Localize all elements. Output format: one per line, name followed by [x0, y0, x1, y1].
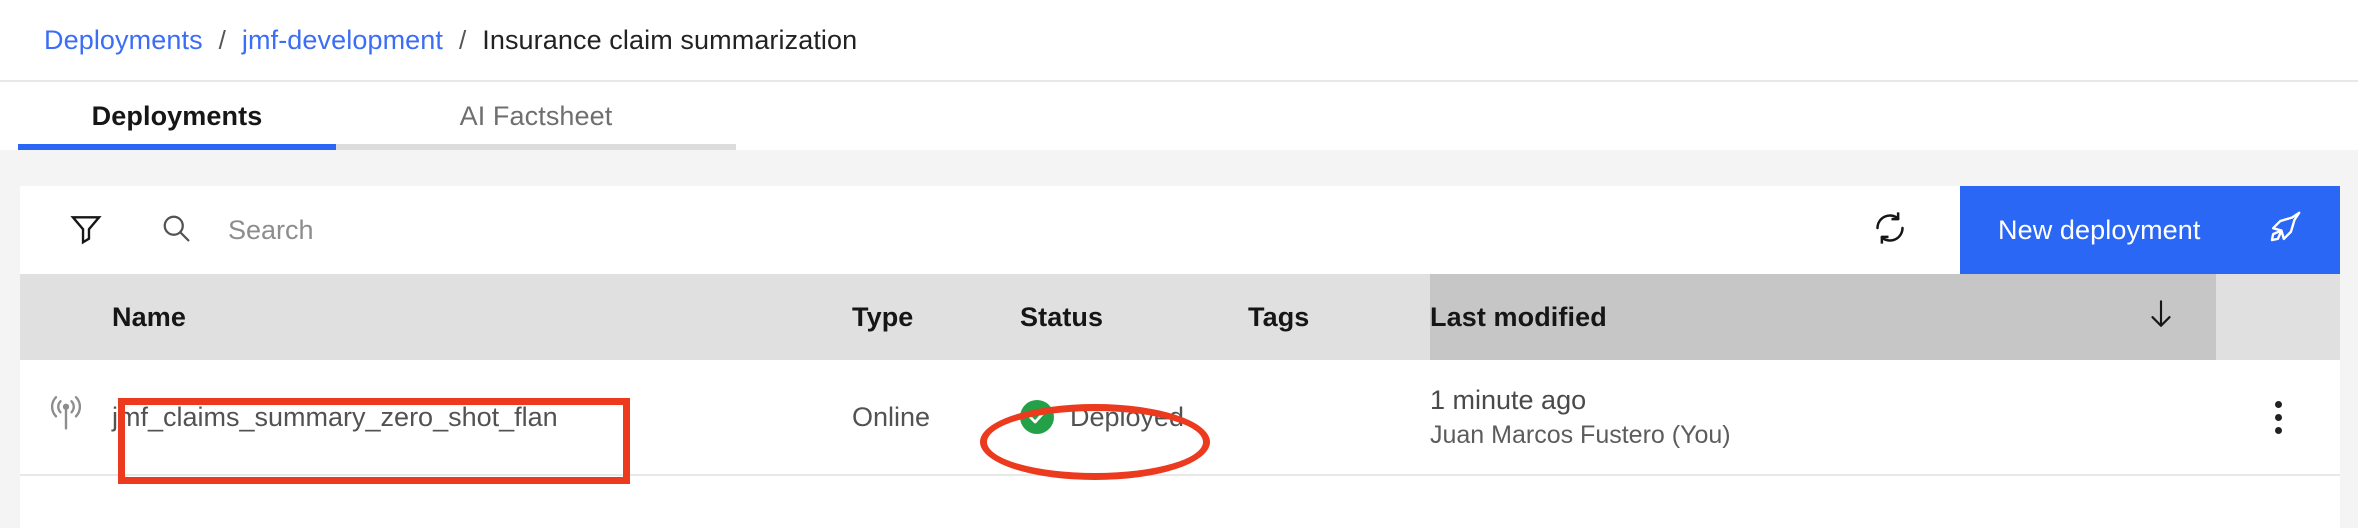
cell-deployment-type: Online	[852, 360, 1020, 476]
tab-ai-factsheet-label: AI Factsheet	[459, 100, 613, 131]
rocket-icon	[2266, 208, 2304, 253]
filter-button[interactable]	[42, 186, 130, 274]
deployments-card: New deployment	[20, 186, 2340, 528]
cell-last-modified: 1 minute ago Juan Marcos Fustero (You)	[1430, 360, 2216, 476]
last-modified-by: Juan Marcos Fustero (You)	[1430, 421, 1731, 449]
deployments-table: Name Type Status Tags Last modified jmf_…	[20, 274, 2340, 476]
column-header-status-label: Status	[1020, 301, 1104, 332]
arrow-down-icon	[2144, 297, 2178, 338]
refresh-icon	[1870, 208, 1910, 253]
status-badge: Deployed	[1070, 401, 1185, 432]
column-header-tags[interactable]: Tags	[1248, 274, 1430, 360]
table-toolbar: New deployment	[20, 186, 2340, 274]
column-header-type[interactable]: Type	[852, 274, 1020, 360]
breadcrumb-item-current: Insurance claim summarization	[482, 25, 858, 55]
search-field-wrapper[interactable]	[158, 186, 1846, 274]
column-header-tags-label: Tags	[1248, 301, 1310, 332]
column-header-name-label: Name	[112, 301, 186, 332]
table-header: Name Type Status Tags Last modified	[20, 274, 2340, 360]
table-row[interactable]: jmf_claims_summary_zero_shot_flan Online	[20, 360, 2340, 476]
page-root: Deployments / jmf-development / Insuranc…	[0, 0, 2358, 528]
breadcrumb-item-deployments[interactable]: Deployments	[44, 24, 203, 56]
breadcrumb-item-project[interactable]: jmf-development	[242, 24, 443, 56]
content-background: New deployment	[0, 150, 2358, 528]
tab-ai-factsheet[interactable]: AI Factsheet	[336, 82, 736, 150]
refresh-button[interactable]	[1846, 186, 1934, 274]
cell-deployment-status: Deployed	[1020, 360, 1248, 476]
breadcrumb: Deployments / jmf-development / Insuranc…	[0, 0, 2358, 82]
check-circle-icon	[1020, 400, 1054, 434]
breadcrumb-separator: /	[459, 24, 467, 55]
search-icon	[158, 210, 194, 251]
table-body: jmf_claims_summary_zero_shot_flan Online	[20, 360, 2340, 476]
column-header-status[interactable]: Status	[1020, 274, 1248, 360]
new-deployment-button[interactable]: New deployment	[1960, 186, 2340, 274]
last-modified-time: 1 minute ago	[1430, 385, 1587, 415]
breadcrumb-separator: /	[218, 24, 226, 55]
cell-row-menu	[2216, 360, 2340, 476]
deployment-name-text: jmf_claims_summary_zero_shot_flan	[112, 401, 558, 432]
column-header-type-label: Type	[852, 301, 914, 332]
tab-deployments-label: Deployments	[91, 100, 263, 131]
tab-deployments[interactable]: Deployments	[18, 82, 336, 150]
column-header-icon	[20, 274, 112, 360]
cell-deployment-name[interactable]: jmf_claims_summary_zero_shot_flan	[112, 360, 852, 476]
cell-type-icon	[20, 360, 112, 476]
table-header-row: Name Type Status Tags Last modified	[20, 274, 2340, 360]
broadcast-icon	[45, 395, 87, 441]
column-header-last-modified-label: Last modified	[1430, 301, 1607, 332]
overflow-menu-icon[interactable]	[2216, 400, 2340, 434]
cell-deployment-tags	[1248, 360, 1430, 476]
tab-bar: Deployments AI Factsheet	[0, 82, 2358, 150]
new-deployment-label: New deployment	[1998, 214, 2201, 245]
filter-icon	[67, 209, 105, 252]
column-header-menu	[2216, 274, 2340, 360]
column-header-last-modified[interactable]: Last modified	[1430, 274, 2216, 360]
deployment-type-text: Online	[852, 401, 931, 432]
column-header-name[interactable]: Name	[112, 274, 852, 360]
search-input[interactable]	[226, 204, 830, 256]
